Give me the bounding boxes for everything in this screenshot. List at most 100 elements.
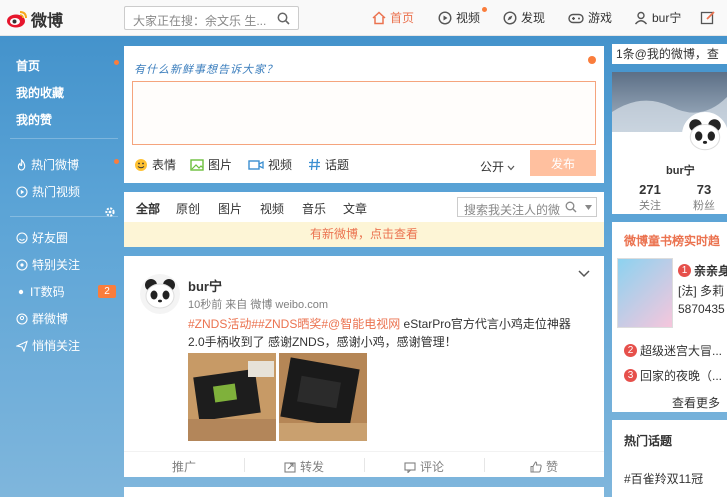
- sidebar-item-label: IT数码: [30, 285, 65, 299]
- tab-videos[interactable]: 视频: [260, 200, 284, 217]
- weibo-logo-icon: [7, 11, 27, 28]
- post-composer: 有什么新鲜事想告诉大家？ 表情 图片 视频 话题 公开 发布: [124, 46, 604, 183]
- group-icon: [16, 312, 28, 325]
- edit-icon[interactable]: [700, 10, 716, 26]
- nav-user[interactable]: bur宁: [634, 9, 681, 26]
- sidebar-item-label: 好友圈: [32, 231, 69, 245]
- post-username[interactable]: bur宁: [188, 276, 222, 295]
- tab-images[interactable]: 图片: [218, 200, 242, 217]
- sidebar-item-hot-weibo[interactable]: 热门微博: [16, 156, 79, 173]
- nav-user-label: bur宁: [652, 11, 682, 25]
- notification-dot: [588, 56, 596, 64]
- book-item-2[interactable]: 2 超级迷宫大冒...: [624, 342, 722, 359]
- hot-topic-item[interactable]: #百雀羚双11冠: [624, 470, 703, 487]
- topic-button[interactable]: 话题: [308, 156, 349, 173]
- tab-all[interactable]: 全部: [136, 200, 160, 217]
- book-item-1[interactable]: 1 亲亲身: [678, 262, 727, 279]
- paper-plane-icon: [16, 339, 28, 352]
- video-label: 视频: [268, 158, 293, 172]
- tab-articles[interactable]: 文章: [343, 200, 367, 217]
- book-ranking: 微博童书榜实时趋 1 亲亲身 [法] 多莉 5870435 2 超级迷宫大冒..…: [612, 222, 727, 412]
- caret-down-icon[interactable]: [585, 205, 592, 210]
- nav-home[interactable]: 首页: [372, 9, 414, 26]
- search-input[interactable]: 大家正在搜：余文乐 生...: [124, 6, 299, 30]
- post-hashtags[interactable]: #ZNDS活动##ZNDS晒奖#@智能电视网: [188, 317, 400, 331]
- hot-topics-title: 热门话题: [624, 434, 673, 448]
- smile-icon: [135, 158, 147, 171]
- repost-icon: [284, 461, 296, 473]
- sidebar-item-label: 群微博: [32, 312, 69, 326]
- friends-circle-icon: [16, 231, 28, 244]
- chevron-down-icon[interactable]: [578, 270, 590, 278]
- post-button[interactable]: 发布: [530, 150, 596, 176]
- following-number: 271: [639, 182, 661, 197]
- followers-count[interactable]: 73 粉丝: [684, 182, 724, 213]
- visibility-select[interactable]: 公开: [480, 158, 515, 175]
- nav-discover-label: 发现: [521, 11, 546, 25]
- emoji-button[interactable]: 表情: [134, 156, 176, 173]
- sidebar-item-it-digital[interactable]: IT数码: [16, 283, 65, 300]
- post-text-line1: #ZNDS活动##ZNDS晒奖#@智能电视网 eStarPro官方代言小鸡走位神…: [188, 315, 571, 332]
- book-cover[interactable]: [617, 258, 673, 328]
- search-icon[interactable]: [565, 201, 577, 213]
- nav-game[interactable]: 游戏: [568, 9, 612, 26]
- image-button[interactable]: 图片: [190, 156, 232, 173]
- user-icon: [634, 11, 648, 24]
- book-count: 5870435: [678, 302, 725, 316]
- sidebar-item-secret-follow[interactable]: 悄悄关注: [16, 337, 80, 354]
- composer-prompt: 有什么新鲜事想告诉大家？: [134, 64, 278, 76]
- avatar[interactable]: [140, 274, 180, 314]
- thumbs-up-icon: [530, 460, 542, 472]
- sidebar-item-label: 特别关注: [32, 258, 81, 272]
- book-title: 超级迷宫大冒...: [640, 344, 723, 358]
- sidebar-item-friends[interactable]: 好友圈: [16, 229, 68, 246]
- post-text: eStarPro官方代言小鸡走位神器: [400, 317, 571, 331]
- mention-notice[interactable]: 1条@我的微博，查: [612, 44, 727, 64]
- book-title: 亲亲身: [694, 264, 727, 278]
- book-ranking-title: 微博童书榜实时趋: [624, 234, 721, 248]
- comment-icon: [404, 461, 416, 473]
- sidebar-item-group-weibo[interactable]: 群微博: [16, 310, 68, 327]
- tab-original[interactable]: 原创: [176, 200, 200, 217]
- see-more-link[interactable]: 查看更多: [672, 394, 720, 411]
- avatar[interactable]: [682, 112, 727, 158]
- sidebar-item-hot-video[interactable]: 热门视频: [16, 183, 80, 200]
- product-box-image: [188, 353, 276, 441]
- image-icon: [190, 158, 204, 171]
- rank-badge: 2: [624, 344, 637, 357]
- book-author: [法] 多莉: [678, 284, 725, 298]
- weibo-logo[interactable]: 微博: [6, 7, 63, 31]
- comment-button[interactable]: 评论: [364, 458, 484, 475]
- nav-video[interactable]: 视频: [438, 7, 487, 26]
- sidebar-item-home[interactable]: 首页: [16, 57, 40, 74]
- post-actions: 推广 转发 评论 赞: [124, 451, 604, 477]
- search-icon[interactable]: [277, 12, 290, 25]
- new-posts-notice[interactable]: 有新微博，点击查看: [124, 222, 604, 247]
- like-label: 赞: [545, 460, 558, 474]
- feed-search-input[interactable]: 搜索我关注人的微: [457, 197, 597, 217]
- post-image-2[interactable]: [279, 353, 367, 441]
- post-image-1[interactable]: [188, 353, 276, 441]
- next-feed-post: [124, 487, 604, 497]
- camera-icon: [248, 159, 264, 170]
- sidebar-item-label: 热门视频: [32, 185, 81, 199]
- sidebar-item-special-follow[interactable]: 特别关注: [16, 256, 80, 273]
- composer-textarea[interactable]: [132, 81, 596, 145]
- gamepad-icon: [568, 13, 584, 23]
- profile-name[interactable]: bur宁: [666, 162, 695, 178]
- promote-button[interactable]: 推广: [124, 458, 244, 475]
- sidebar-item-likes[interactable]: 我的赞: [16, 111, 52, 128]
- nav-video-label: 视频: [456, 11, 481, 25]
- nav-discover[interactable]: 发现: [503, 9, 545, 26]
- post-meta: 10秒前 来自 微博 weibo.com: [188, 299, 328, 311]
- following-count[interactable]: 271 关注: [630, 182, 670, 213]
- tab-music[interactable]: 音乐: [302, 200, 326, 217]
- sidebar-item-label: 我的赞: [16, 113, 53, 127]
- fire-icon: [17, 158, 26, 171]
- like-button[interactable]: 赞: [484, 458, 604, 475]
- book-item-3[interactable]: 3 回家的夜晚（...: [624, 367, 722, 384]
- repost-button[interactable]: 转发: [244, 458, 364, 475]
- sidebar-item-favorites[interactable]: 我的收藏: [16, 84, 64, 101]
- video-button[interactable]: 视频: [248, 156, 292, 173]
- post-text-line2: 2.0手柄收到了 感谢ZNDS，感谢小鸡，感谢管理！: [188, 335, 457, 349]
